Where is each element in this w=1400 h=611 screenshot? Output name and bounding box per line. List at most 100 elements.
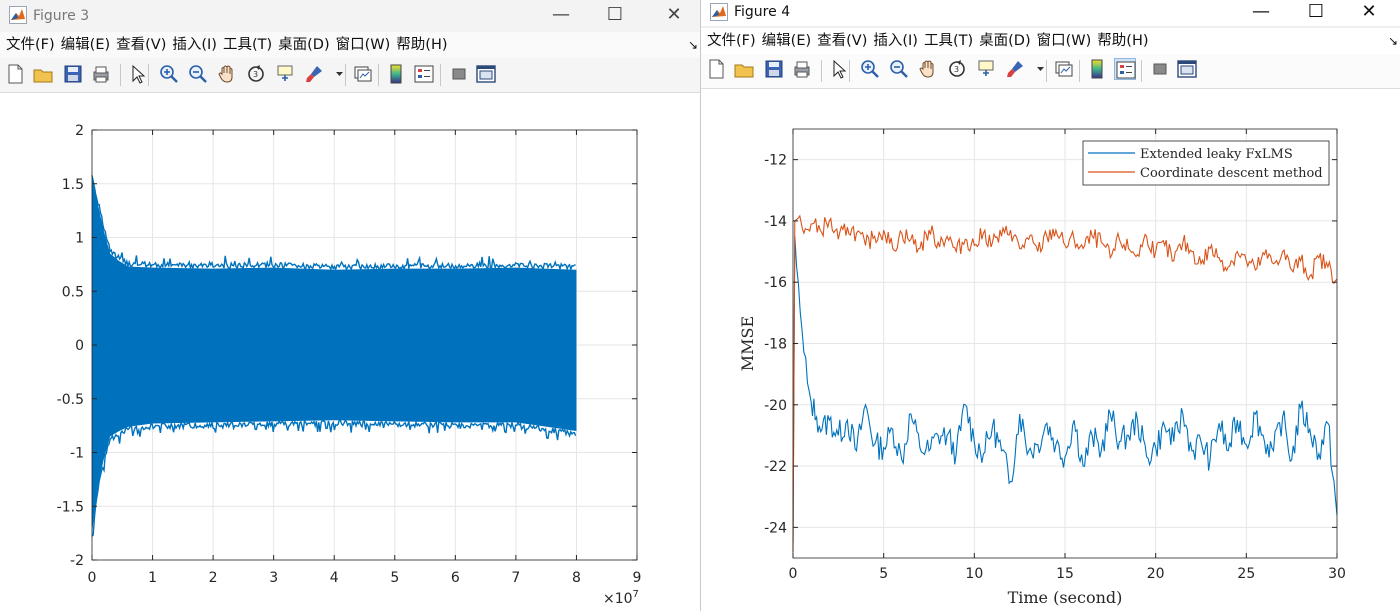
zoom-in-icon[interactable] (158, 63, 180, 85)
menu-help[interactable]: 帮助(H) (390, 32, 447, 58)
y-tick-label: -16 (764, 275, 787, 291)
menu-edit[interactable]: 编辑(E) (756, 28, 811, 54)
y-tick-label: -12 (764, 153, 787, 169)
close-button[interactable]: ✕ (1346, 0, 1392, 26)
show-plot-tools-icon[interactable] (1176, 58, 1198, 80)
brush-icon[interactable] (303, 63, 325, 85)
menu-overflow-icon[interactable]: ↘ (688, 38, 698, 52)
y-axis-label: MMSE (738, 316, 757, 371)
open-folder-icon[interactable] (32, 63, 54, 85)
link-plot-icon[interactable] (1053, 58, 1075, 80)
pointer-icon[interactable] (828, 58, 850, 80)
y-tick-label: -1.5 (57, 499, 84, 515)
figure-3-window[interactable]: Figure 3 — ☐ ✕ 文件(F) 编辑(E) 查看(V) 插入(I) 工具(T)… (0, 0, 700, 611)
new-file-icon[interactable] (4, 63, 26, 85)
show-plot-tools-icon[interactable] (475, 63, 497, 85)
y-tick-label: -14 (764, 214, 787, 230)
x-tick-label: 30 (1328, 566, 1346, 582)
menu-insert[interactable]: 插入(I) (867, 28, 918, 54)
menu-bar: 文件(F) 编辑(E) 查看(V) 插入(I) 工具(T) 桌面(D) 窗口(W) 帮助(H)… (0, 32, 700, 58)
menu-view[interactable]: 查看(V) (110, 32, 166, 58)
x-tick-label: 10 (965, 566, 983, 582)
legend-icon[interactable] (1114, 58, 1136, 80)
print-icon[interactable] (791, 58, 813, 80)
toolbar-separator (1141, 60, 1142, 82)
toolbar-separator (821, 60, 822, 82)
maximize-button[interactable]: ☐ (1293, 0, 1339, 26)
menu-insert[interactable]: 插入(I) (166, 32, 217, 58)
menu-desktop[interactable]: 桌面(D) (973, 28, 1030, 54)
y-tick-label: 2 (75, 123, 84, 139)
print-icon[interactable] (90, 63, 112, 85)
toolbar-separator (1046, 60, 1047, 82)
x-tick-label: 7 (511, 570, 520, 586)
x-tick-label: 5 (390, 570, 399, 586)
menu-file[interactable]: 文件(F) (0, 32, 55, 58)
legend-icon[interactable] (413, 63, 435, 85)
maximize-button[interactable]: ☐ (592, 0, 638, 32)
zoom-out-icon[interactable] (187, 63, 209, 85)
y-tick-label: 0.5 (62, 284, 84, 300)
dropdown-arrow-icon[interactable] (332, 63, 346, 85)
colorbar-icon[interactable] (1086, 58, 1108, 80)
rotate-3d-icon[interactable]: 3 (946, 58, 968, 80)
x-tick-label: 8 (572, 570, 581, 586)
y-tick-label: 1.5 (62, 177, 84, 193)
title-bar[interactable]: Figure 4 — ☐ ✕ (701, 0, 1400, 26)
x-exponent-base: ×10 (603, 591, 633, 607)
y-tick-label: -18 (764, 337, 787, 353)
svg-text:3: 3 (253, 70, 258, 79)
zoom-out-icon[interactable] (888, 58, 910, 80)
new-file-icon[interactable] (705, 58, 727, 80)
figure-4-window[interactable]: Figure 4 — ☐ ✕ 文件(F) 编辑(E) 查看(V) 插入(I) 工具(T)… (700, 0, 1400, 611)
x-tick-label: 5 (879, 566, 888, 582)
figure-toolbar: 3 (0, 58, 700, 93)
toolbar-separator (378, 64, 379, 86)
hide-plot-tools-icon[interactable] (1149, 58, 1171, 80)
menu-file[interactable]: 文件(F) (701, 28, 756, 54)
x-tick-label: 0 (88, 570, 97, 586)
rotate-3d-icon[interactable]: 3 (245, 63, 267, 85)
close-button[interactable]: ✕ (651, 0, 697, 32)
x-tick-label: 6 (451, 570, 460, 586)
link-plot-icon[interactable] (352, 63, 374, 85)
menu-help[interactable]: 帮助(H) (1091, 28, 1148, 54)
title-bar[interactable]: Figure 3 — ☐ ✕ (0, 0, 700, 32)
pointer-icon[interactable] (127, 63, 149, 85)
x-tick-label: 20 (1147, 566, 1165, 582)
dropdown-arrow-icon[interactable] (1033, 58, 1047, 80)
x-tick-label: 25 (1237, 566, 1255, 582)
data-cursor-icon[interactable] (274, 63, 296, 85)
y-tick-label: -22 (764, 459, 787, 475)
y-tick-label: -0.5 (57, 392, 84, 408)
pan-hand-icon[interactable] (917, 58, 939, 80)
menu-view[interactable]: 查看(V) (811, 28, 867, 54)
signal-chart[interactable]: 0 1 2 3 4 5 6 7 8 921.510.50-0.5-1-1.5-2×107 (0, 93, 700, 611)
y-tick-label: -2 (70, 553, 84, 569)
menu-window[interactable]: 窗口(W) (1031, 28, 1092, 54)
minimize-button[interactable]: — (538, 0, 584, 32)
mmse-chart[interactable]: 0 5 10 15 20 25 30 -12 -14 -16 -18 -20 -22 -24 Time (s… (701, 89, 1399, 611)
pan-hand-icon[interactable] (216, 63, 238, 85)
colorbar-icon[interactable] (385, 63, 407, 85)
hide-plot-tools-icon[interactable] (448, 63, 470, 85)
open-folder-icon[interactable] (733, 58, 755, 80)
x-tick-label: 2 (209, 570, 218, 586)
data-cursor-icon[interactable] (975, 58, 997, 80)
toolbar-separator (148, 64, 149, 86)
menu-overflow-icon[interactable]: ↘ (1388, 34, 1398, 48)
brush-icon[interactable] (1004, 58, 1026, 80)
menu-window[interactable]: 窗口(W) (330, 32, 391, 58)
save-icon[interactable] (763, 58, 785, 80)
zoom-in-icon[interactable] (859, 58, 881, 80)
menu-tools[interactable]: 工具(T) (217, 32, 272, 58)
x-tick-label: 3 (269, 570, 278, 586)
legend[interactable]: Extended leaky FxLMS Coordinate descent m… (1082, 140, 1330, 186)
save-icon[interactable] (62, 63, 84, 85)
menu-tools[interactable]: 工具(T) (918, 28, 973, 54)
menu-edit[interactable]: 编辑(E) (55, 32, 110, 58)
legend-entry: Coordinate descent method (1140, 166, 1323, 181)
menu-desktop[interactable]: 桌面(D) (272, 32, 329, 58)
minimize-button[interactable]: — (1238, 0, 1284, 26)
grid-lines (792, 129, 1338, 558)
